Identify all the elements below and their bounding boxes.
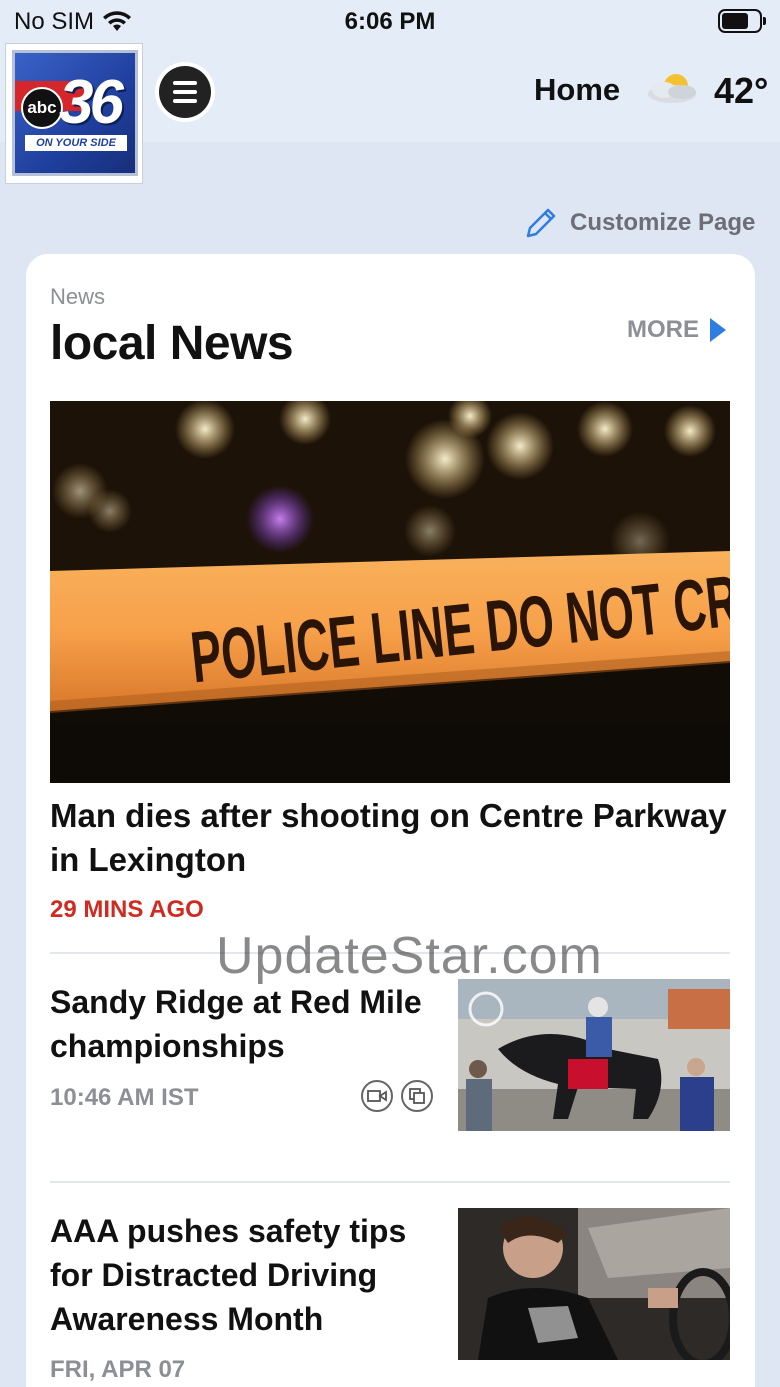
horse-photo <box>458 979 730 1131</box>
hero-image[interactable]: POLICE LINE DO NOT CROSS <box>50 401 730 783</box>
story-title[interactable]: AAA pushes safety tips for Distracted Dr… <box>50 1209 430 1341</box>
station-logo[interactable]: abc 36 ON YOUR SIDE <box>6 44 142 183</box>
logo-badge: abc 36 ON YOUR SIDE <box>12 50 138 176</box>
story-time: FRI, APR 07 <box>50 1356 186 1383</box>
story-time: 10:46 AM IST <box>50 1084 199 1111</box>
customize-page-link[interactable]: Customize Page <box>524 206 755 240</box>
driving-photo <box>458 1208 730 1360</box>
section-kicker: News <box>50 284 106 309</box>
menu-button[interactable] <box>155 62 215 122</box>
video-icon <box>361 1080 393 1112</box>
status-time: 6:06 PM <box>344 8 436 35</box>
story-title[interactable]: Sandy Ridge at Red Mile championships <box>50 980 430 1068</box>
story-thumbnail[interactable] <box>458 979 730 1131</box>
partly-cloudy-icon[interactable] <box>642 70 704 110</box>
logo-tagline: ON YOUR SIDE <box>25 135 127 151</box>
divider <box>50 1181 730 1183</box>
battery-icon <box>718 9 766 33</box>
hamburger-menu-icon <box>159 66 211 118</box>
status-bar: No SIM 6:06 PM <box>0 0 780 44</box>
customize-page-label: Customize Page <box>570 209 756 236</box>
app-header: abc 36 ON YOUR SIDE Home 42° <box>0 44 780 183</box>
temperature[interactable]: 42° <box>714 70 768 112</box>
gallery-icon <box>401 1080 433 1112</box>
hero-story-time: 29 MINS AGO <box>50 896 204 923</box>
story-thumbnail[interactable] <box>458 1208 730 1360</box>
more-link[interactable]: MORE <box>627 316 727 344</box>
play-arrow-icon <box>710 318 726 342</box>
section-title: local News <box>50 317 294 370</box>
pencil-icon <box>526 208 556 238</box>
watermark: UpdateStar.com <box>216 927 603 985</box>
logo-brand: abc <box>21 87 63 129</box>
news-card: News local News MORE POLICE LINE DO NOT … <box>26 254 755 1387</box>
police-tape-illustration: POLICE LINE DO NOT CROSS <box>50 401 730 783</box>
logo-channel-number: 36 <box>59 68 124 137</box>
hero-story-title[interactable]: Man dies after shooting on Centre Parkwa… <box>50 794 730 882</box>
nav-home-label[interactable]: Home <box>534 72 620 108</box>
more-label: MORE <box>627 316 699 343</box>
